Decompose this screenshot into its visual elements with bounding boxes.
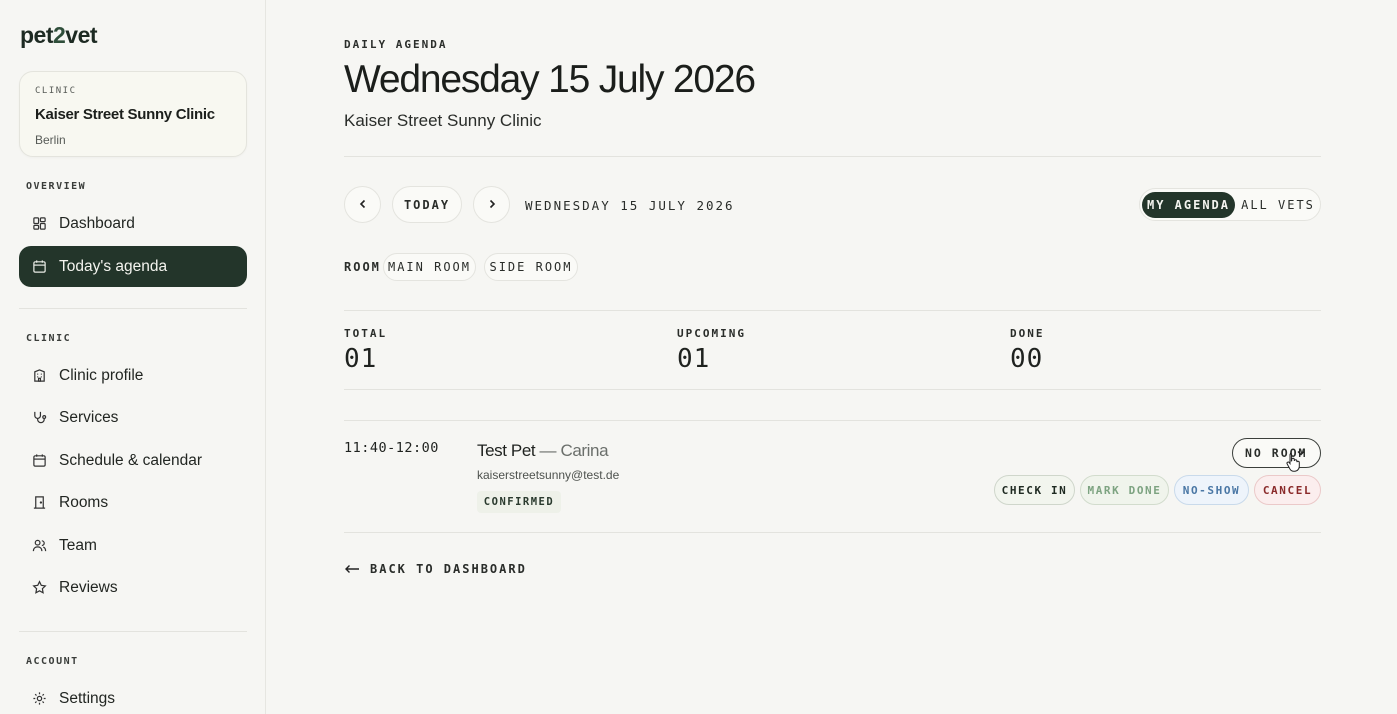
sidebar-item-rooms[interactable]: Rooms <box>19 482 247 523</box>
stat-total-value: 01 <box>344 344 378 374</box>
sidebar-item-label: Settings <box>59 689 116 707</box>
sidebar-divider <box>19 631 247 632</box>
stethoscope-icon <box>31 410 47 426</box>
sidebar-divider <box>19 308 247 309</box>
sidebar-item-label: Clinic profile <box>59 366 144 384</box>
gear-icon <box>31 691 47 707</box>
clinic-card-label: CLINIC <box>35 86 77 96</box>
stat-total-label: TOTAL <box>344 327 388 340</box>
owner-name: Carina <box>560 441 609 460</box>
arrow-left-icon <box>344 564 360 574</box>
appointment-top-divider <box>344 420 1321 421</box>
title-separator: — <box>539 441 557 460</box>
stats-top-divider <box>344 310 1321 311</box>
page-eyebrow: DAILY AGENDA <box>344 38 448 51</box>
no-show-button[interactable]: NO-SHOW <box>1174 475 1249 505</box>
chevron-left-icon <box>358 196 368 214</box>
prev-day-button[interactable] <box>344 186 381 223</box>
chevron-right-icon <box>487 196 497 214</box>
sidebar-item-label: Rooms <box>59 493 109 511</box>
sidebar-item-label: Team <box>59 536 97 554</box>
star-icon <box>31 580 47 596</box>
mark-done-button[interactable]: MARK DONE <box>1080 475 1169 505</box>
calendar-icon <box>31 453 47 469</box>
clinic-card-city: Berlin <box>35 133 66 147</box>
users-icon <box>31 538 47 554</box>
sidebar-item-label: Schedule & calendar <box>59 451 203 469</box>
stat-upcoming-label: UPCOMING <box>677 327 746 340</box>
page-subtitle: Kaiser Street Sunny Clinic <box>344 111 542 130</box>
room-filter-main-room[interactable]: MAIN ROOM <box>383 253 476 281</box>
section-label-clinic: CLINIC <box>26 333 72 344</box>
stat-done-value: 00 <box>1010 344 1044 374</box>
clinic-switcher-card[interactable]: CLINIC Kaiser Street Sunny Clinic Berlin <box>19 71 247 157</box>
pet-name: Test Pet <box>477 441 536 460</box>
page-title: Wednesday 15 July 2026 <box>344 58 756 101</box>
calendar-icon <box>31 259 47 275</box>
sidebar-item-label: Dashboard <box>59 214 135 232</box>
status-badge: CONFIRMED <box>477 491 561 513</box>
header-divider <box>344 156 1321 157</box>
room-assign-select[interactable]: NO ROOM <box>1232 438 1321 468</box>
sidebar-item-dashboard[interactable]: Dashboard <box>19 203 247 244</box>
appointment-bottom-divider <box>344 532 1321 533</box>
pet2vet-logo[interactable]: pet2vet <box>20 22 98 49</box>
clinic-card-name: Kaiser Street Sunny Clinic <box>35 106 215 123</box>
current-date-label: WEDNESDAY 15 JULY 2026 <box>525 198 735 213</box>
section-label-account: ACCOUNT <box>26 656 79 667</box>
sidebar-item-team[interactable]: Team <box>19 525 247 566</box>
my-agenda-toggle[interactable]: MY AGENDA <box>1142 192 1235 218</box>
stat-upcoming-value: 01 <box>677 344 711 374</box>
stat-done-label: DONE <box>1010 327 1045 340</box>
sidebar-item-reviews[interactable]: Reviews <box>19 567 247 608</box>
check-in-button[interactable]: CHECK IN <box>994 475 1075 505</box>
owner-email: kaiserstreetsunny@test.de <box>477 468 620 482</box>
door-icon <box>31 495 47 511</box>
sidebar-item-label: Reviews <box>59 578 118 596</box>
sidebar-item-label: Today's agenda <box>59 257 168 275</box>
next-day-button[interactable] <box>473 186 510 223</box>
sidebar-item-schedule[interactable]: Schedule & calendar <box>19 440 247 481</box>
cancel-button[interactable]: CANCEL <box>1254 475 1321 505</box>
appointment-time: 11:40-12:00 <box>344 440 439 456</box>
dashboard-icon <box>31 216 47 232</box>
sidebar-item-settings[interactable]: Settings <box>19 678 247 714</box>
room-filter-label: ROOM <box>344 260 381 274</box>
sidebar-item-clinic-profile[interactable]: Clinic profile <box>19 355 247 396</box>
section-label-overview: OVERVIEW <box>26 181 87 192</box>
back-link-label: BACK TO DASHBOARD <box>370 562 527 576</box>
hand-cursor-icon <box>1285 452 1301 477</box>
appointment-title[interactable]: Test Pet — Carina <box>477 441 609 461</box>
all-vets-toggle[interactable]: ALL VETS <box>1238 192 1318 218</box>
sidebar-item-label: Services <box>59 408 119 426</box>
stats-bottom-divider <box>344 389 1321 390</box>
sidebar-item-services[interactable]: Services <box>19 397 247 438</box>
today-button[interactable]: TODAY <box>392 186 462 223</box>
sidebar-item-todays-agenda[interactable]: Today's agenda <box>19 246 247 287</box>
back-to-dashboard-link[interactable]: BACK TO DASHBOARD <box>344 562 527 576</box>
sidebar: pet2vet CLINIC Kaiser Street Sunny Clini… <box>0 0 266 714</box>
building-icon <box>31 368 47 384</box>
agenda-view-toggle: MY AGENDA ALL VETS <box>1139 188 1321 221</box>
room-filter-side-room[interactable]: SIDE ROOM <box>484 253 578 281</box>
